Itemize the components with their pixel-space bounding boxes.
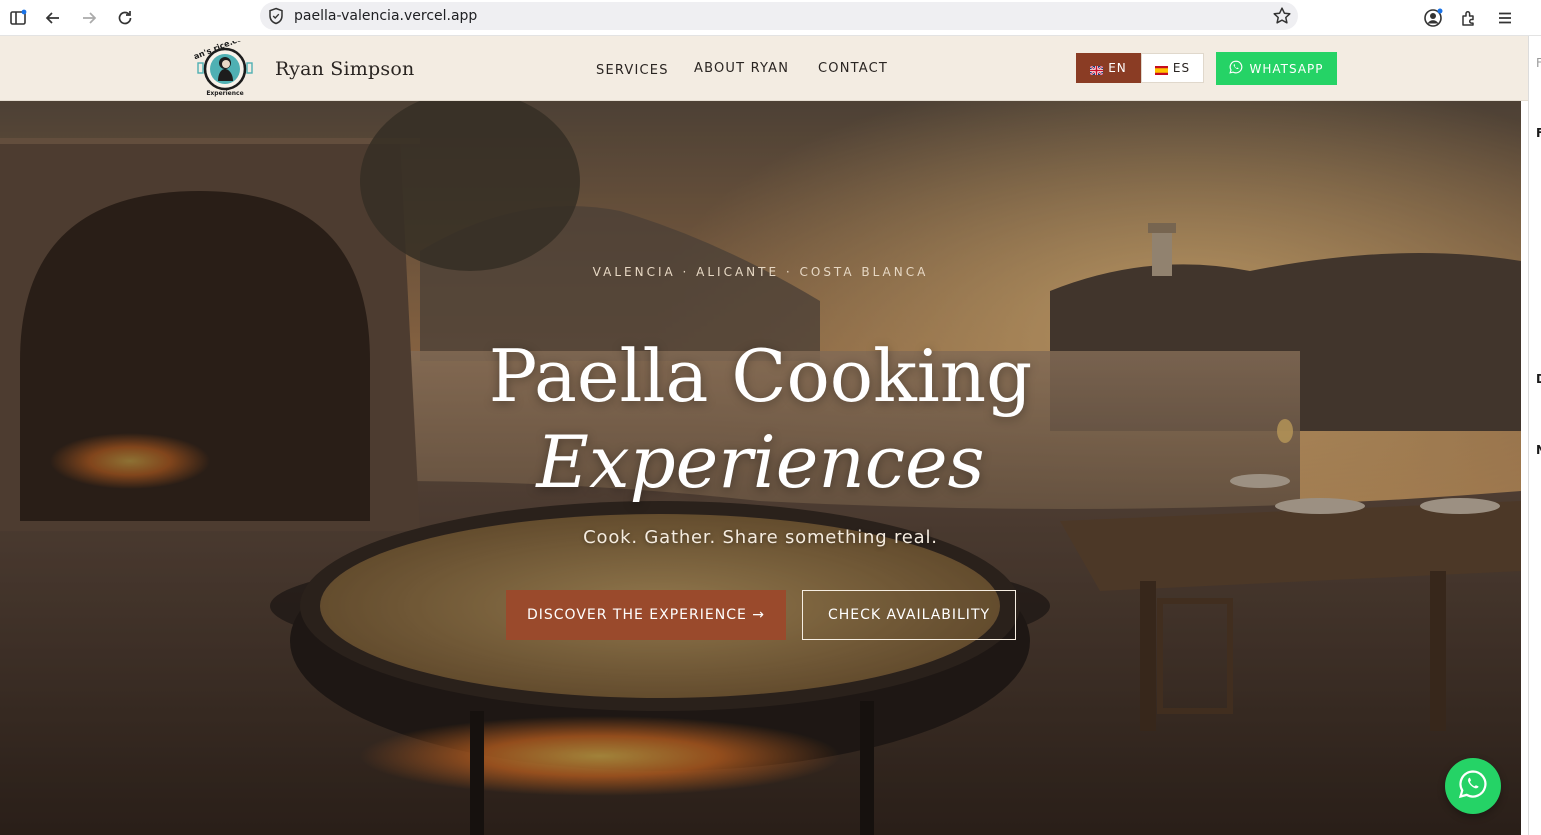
- language-en-label: EN: [1108, 61, 1127, 75]
- brand-name[interactable]: Ryan Simpson: [275, 58, 414, 80]
- edge-letter: N: [1536, 443, 1541, 457]
- language-es-label: ES: [1172, 61, 1191, 75]
- url-text: paella-valencia.vercel.app: [294, 8, 478, 24]
- hero-section: VALENCIA · ALICANTE · COSTA BLANCA Paell…: [0, 101, 1521, 835]
- site-header: Ryan's rice.com Experience Ryan Simpson …: [0, 31, 1528, 101]
- star-icon[interactable]: [1272, 6, 1292, 30]
- browser-toolbar: paella-valencia.vercel.app: [0, 0, 1541, 36]
- edge-letter: F: [1536, 126, 1541, 140]
- whatsapp-header-button[interactable]: WHATSAPP: [1216, 52, 1337, 85]
- logo-subtext: Experience: [206, 90, 243, 97]
- whatsapp-icon: [1229, 60, 1243, 77]
- whatsapp-floating-button[interactable]: [1445, 758, 1501, 814]
- hero-eyebrow: VALENCIA · ALICANTE · COSTA BLANCA: [592, 265, 929, 279]
- hero-title-line1: Paella Cooking: [488, 334, 1033, 418]
- menu-icon[interactable]: [1493, 6, 1517, 30]
- hero-title: Paella Cooking Experiences: [0, 333, 1521, 505]
- uk-flag-icon: [1089, 64, 1104, 76]
- reload-icon[interactable]: [113, 6, 137, 30]
- back-icon[interactable]: [41, 6, 65, 30]
- adjacent-panel-edge: F F D N: [1528, 36, 1541, 835]
- address-bar[interactable]: paella-valencia.vercel.app: [260, 2, 1298, 30]
- forward-icon[interactable]: [77, 6, 101, 30]
- spain-flag-icon: [1154, 64, 1168, 75]
- hero-tagline: Cook. Gather. Share something real.: [583, 527, 938, 548]
- logo[interactable]: Ryan's rice.com Experience: [182, 31, 256, 97]
- language-es-button[interactable]: ES: [1141, 53, 1204, 83]
- extensions-icon[interactable]: [1457, 6, 1481, 30]
- check-availability-button[interactable]: CHECK AVAILABILITY: [802, 590, 1016, 640]
- discover-experience-button[interactable]: DISCOVER THE EXPERIENCE →: [506, 590, 786, 640]
- shield-icon[interactable]: [268, 7, 284, 29]
- edge-letter: D: [1536, 372, 1541, 386]
- nav-services[interactable]: SERVICES: [596, 63, 669, 78]
- nav-contact[interactable]: CONTACT: [818, 61, 888, 76]
- whatsapp-header-label: WHATSAPP: [1249, 61, 1324, 76]
- sidebar-icon[interactable]: [6, 6, 30, 30]
- hero-title-line2: Experiences: [536, 420, 985, 504]
- edge-letter: F: [1536, 56, 1541, 70]
- language-en-button[interactable]: EN: [1076, 53, 1141, 83]
- account-icon[interactable]: [1421, 6, 1445, 30]
- nav-about-ryan[interactable]: ABOUT RYAN: [694, 61, 789, 76]
- whatsapp-icon: [1458, 769, 1488, 803]
